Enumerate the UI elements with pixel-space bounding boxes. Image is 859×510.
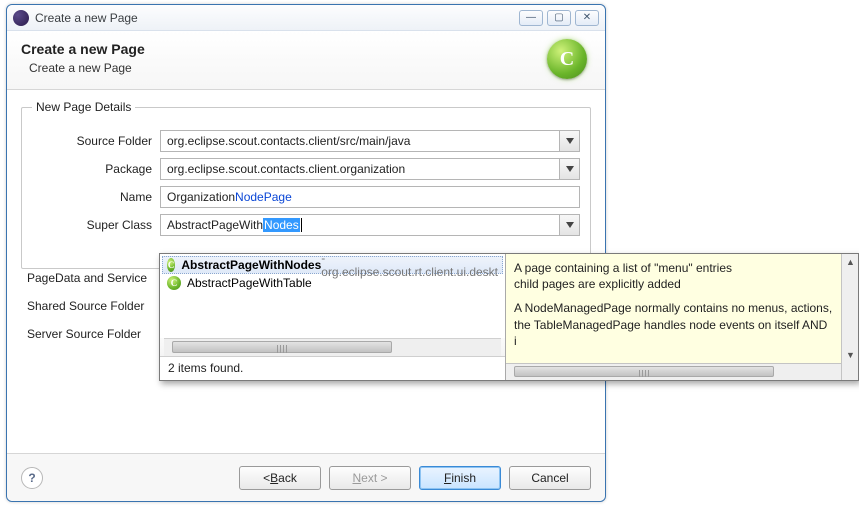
close-button[interactable]: ✕ [575, 10, 599, 26]
package-label: Package [32, 162, 160, 176]
extra-labels: PageData and Service Shared Source Folde… [27, 257, 147, 355]
wizard-footer: ? < Back Next > Finish Cancel [7, 453, 605, 501]
window-buttons: — ▢ ✕ [519, 10, 599, 26]
proposal-status: 2 items found. [160, 356, 505, 380]
scroll-down-icon[interactable]: ▼ [842, 347, 859, 363]
javadoc-vscrollbar[interactable]: ▲ ▼ [841, 254, 858, 380]
scout-class-icon: C [547, 39, 587, 79]
server-source-folder-label: Server Source Folder [27, 327, 147, 341]
package-browse-button[interactable] [560, 158, 580, 180]
form-area: New Page Details Source Folder Package [7, 90, 605, 279]
page-title: Create a new Page [21, 41, 591, 57]
page-subtitle: Create a new Page [29, 61, 591, 75]
proposal-item-abstractpagewithnodes[interactable]: C AbstractPageWithNodes - org.eclipse.sc… [162, 256, 503, 274]
source-folder-browse-button[interactable] [560, 130, 580, 152]
finish-button[interactable]: Finish [419, 466, 501, 490]
text-caret [301, 218, 302, 232]
javadoc-panel: A page containing a list of "menu" entri… [506, 254, 858, 380]
source-folder-input[interactable] [160, 130, 560, 152]
scroll-up-icon[interactable]: ▲ [842, 254, 859, 270]
minimize-button[interactable]: — [519, 10, 543, 26]
maximize-button[interactable]: ▢ [547, 10, 571, 26]
javadoc-text: A page containing a list of "menu" entri… [506, 254, 841, 380]
content-assist-popup: C AbstractPageWithNodes - org.eclipse.sc… [159, 253, 859, 381]
super-class-label: Super Class [32, 218, 160, 232]
back-button[interactable]: < Back [239, 466, 321, 490]
class-icon: C [167, 258, 175, 272]
pagedata-service-label: PageData and Service [27, 271, 147, 285]
window-title: Create a new Page [35, 11, 519, 25]
proposal-list[interactable]: C AbstractPageWithNodes - org.eclipse.sc… [160, 254, 505, 338]
source-folder-label: Source Folder [32, 134, 160, 148]
name-input[interactable]: OrganizationNodePage [160, 186, 580, 208]
group-legend: New Page Details [32, 100, 135, 114]
name-label: Name [32, 190, 160, 204]
shared-source-folder-label: Shared Source Folder [27, 299, 147, 313]
help-button[interactable]: ? [21, 467, 43, 489]
class-icon: C [167, 276, 181, 290]
wizard-header: Create a new Page Create a new Page C [7, 31, 605, 90]
new-page-details-group: New Page Details Source Folder Package [21, 100, 591, 269]
cancel-button[interactable]: Cancel [509, 466, 591, 490]
super-class-input[interactable]: AbstractPageWithNodes [160, 214, 560, 236]
super-class-browse-button[interactable] [560, 214, 580, 236]
proposal-panel: C AbstractPageWithNodes - org.eclipse.sc… [160, 254, 506, 380]
wizard-window: Create a new Page — ▢ ✕ Create a new Pag… [6, 4, 606, 502]
package-input[interactable] [160, 158, 560, 180]
eclipse-icon [13, 10, 29, 26]
proposal-hscrollbar[interactable] [164, 338, 501, 356]
javadoc-hscrollbar[interactable] [506, 363, 841, 380]
next-button: Next > [329, 466, 411, 490]
titlebar[interactable]: Create a new Page — ▢ ✕ [7, 5, 605, 31]
